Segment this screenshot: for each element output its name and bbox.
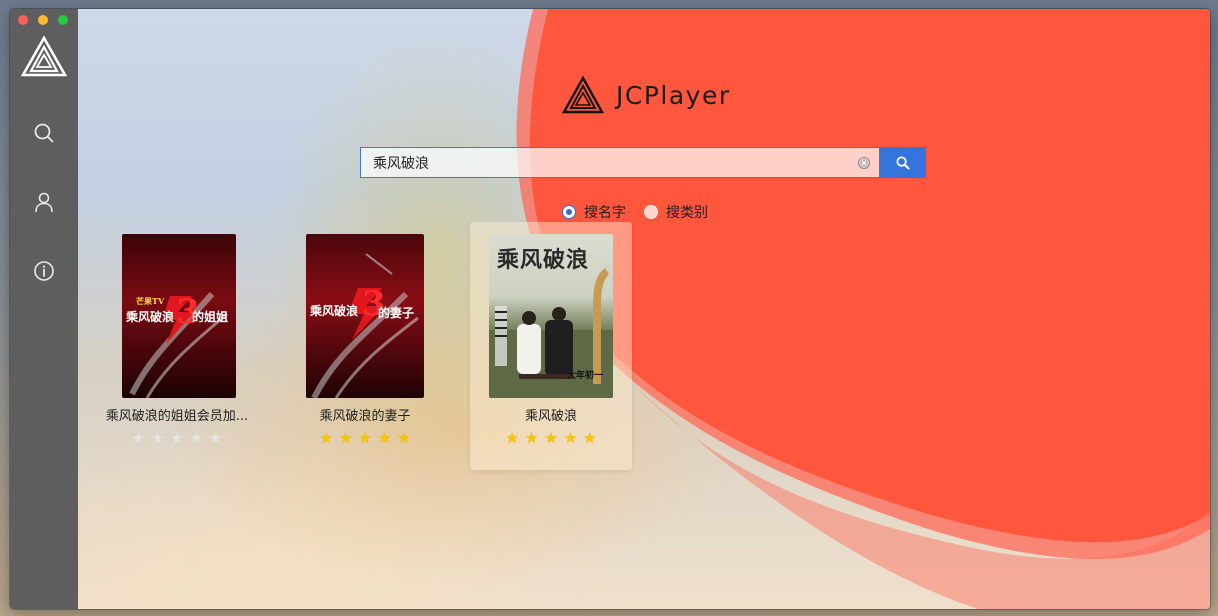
poster-line1: 乘风破浪 <box>126 310 175 324</box>
star-icon[interactable]: ★ <box>319 431 332 446</box>
radio-button-selected[interactable] <box>562 205 576 219</box>
poster-calligraphy: 乘风破浪 <box>497 247 590 273</box>
star-icon[interactable]: ★ <box>397 431 410 446</box>
search-box <box>360 147 880 178</box>
main-content: JCPlayer 搜名字 搜类别 <box>78 9 1210 609</box>
result-card[interactable]: 芒果TV 乘风破浪 3 的姐姐 乘风破浪的姐姐会员加... ★ ★ ★ ★ ★ <box>96 222 258 470</box>
app-logo-icon <box>20 35 68 77</box>
search-button-icon <box>896 156 910 170</box>
poster-footer: 大年初一 <box>567 371 604 381</box>
radio-label: 搜类别 <box>666 205 708 221</box>
search-icon <box>34 123 54 143</box>
app-title: JCPlayer <box>616 80 731 110</box>
brand: JCPlayer <box>562 75 731 115</box>
result-card[interactable]: 乘风破浪 3 的妻子 乘风破浪的妻子 ★ ★ ★ ★ ★ <box>284 222 446 470</box>
star-icon[interactable]: ★ <box>190 431 203 446</box>
star-icon[interactable]: ★ <box>544 431 557 446</box>
poster-image[interactable]: 乘风破浪 大年初一 <box>489 234 613 398</box>
rating-stars: ★ ★ ★ ★ ★ <box>284 431 446 446</box>
nav-search[interactable] <box>28 117 60 149</box>
card-title[interactable]: 乘风破浪 <box>470 405 632 424</box>
poster-image[interactable]: 芒果TV 乘风破浪 3 的姐姐 <box>122 234 236 398</box>
radio-search-category[interactable]: 搜类别 <box>644 202 708 222</box>
star-icon[interactable]: ★ <box>564 431 577 446</box>
card-title[interactable]: 乘风破浪的妻子 <box>284 405 446 424</box>
app-logo-icon <box>562 75 604 114</box>
star-icon[interactable]: ★ <box>505 431 518 446</box>
star-icon[interactable]: ★ <box>358 431 371 446</box>
rating-stars: ★ ★ ★ ★ ★ <box>96 431 258 446</box>
app-window: JCPlayer 搜名字 搜类别 <box>10 9 1210 609</box>
user-icon <box>35 192 53 213</box>
star-icon[interactable]: ★ <box>131 431 144 446</box>
star-icon[interactable]: ★ <box>339 431 352 446</box>
poster-line2: 的姐姐 <box>192 310 229 324</box>
nav-user[interactable] <box>28 186 60 218</box>
clear-icon[interactable] <box>858 157 870 169</box>
radio-label: 搜名字 <box>584 205 626 221</box>
poster-line1: 乘风破浪 <box>310 304 359 318</box>
rating-stars: ★ ★ ★ ★ ★ <box>470 431 632 446</box>
window-maximize-button[interactable] <box>58 15 68 25</box>
info-icon <box>34 261 54 281</box>
sidebar <box>10 9 78 609</box>
nav-info[interactable] <box>28 255 60 287</box>
window-minimize-button[interactable] <box>38 15 48 25</box>
poster-image[interactable]: 乘风破浪 3 的妻子 <box>306 234 424 398</box>
star-icon[interactable]: ★ <box>378 431 391 446</box>
star-icon[interactable]: ★ <box>170 431 183 446</box>
star-icon[interactable]: ★ <box>151 431 164 446</box>
star-icon[interactable]: ★ <box>583 431 596 446</box>
radio-search-name[interactable]: 搜名字 <box>562 202 626 222</box>
star-icon[interactable]: ★ <box>525 431 538 446</box>
search-button[interactable] <box>880 147 926 178</box>
card-title[interactable]: 乘风破浪的姐姐会员加... <box>96 405 258 424</box>
star-icon[interactable]: ★ <box>209 431 222 446</box>
poster-line2: 的妻子 <box>378 306 415 320</box>
poster-badge: 芒果TV <box>136 296 165 306</box>
radio-button-unselected[interactable] <box>644 205 658 219</box>
result-card-selected[interactable]: 乘风破浪 大年初一 乘风破浪 ★ ★ ★ ★ ★ <box>470 222 632 470</box>
search-input[interactable] <box>361 148 851 177</box>
window-close-button[interactable] <box>18 15 28 25</box>
